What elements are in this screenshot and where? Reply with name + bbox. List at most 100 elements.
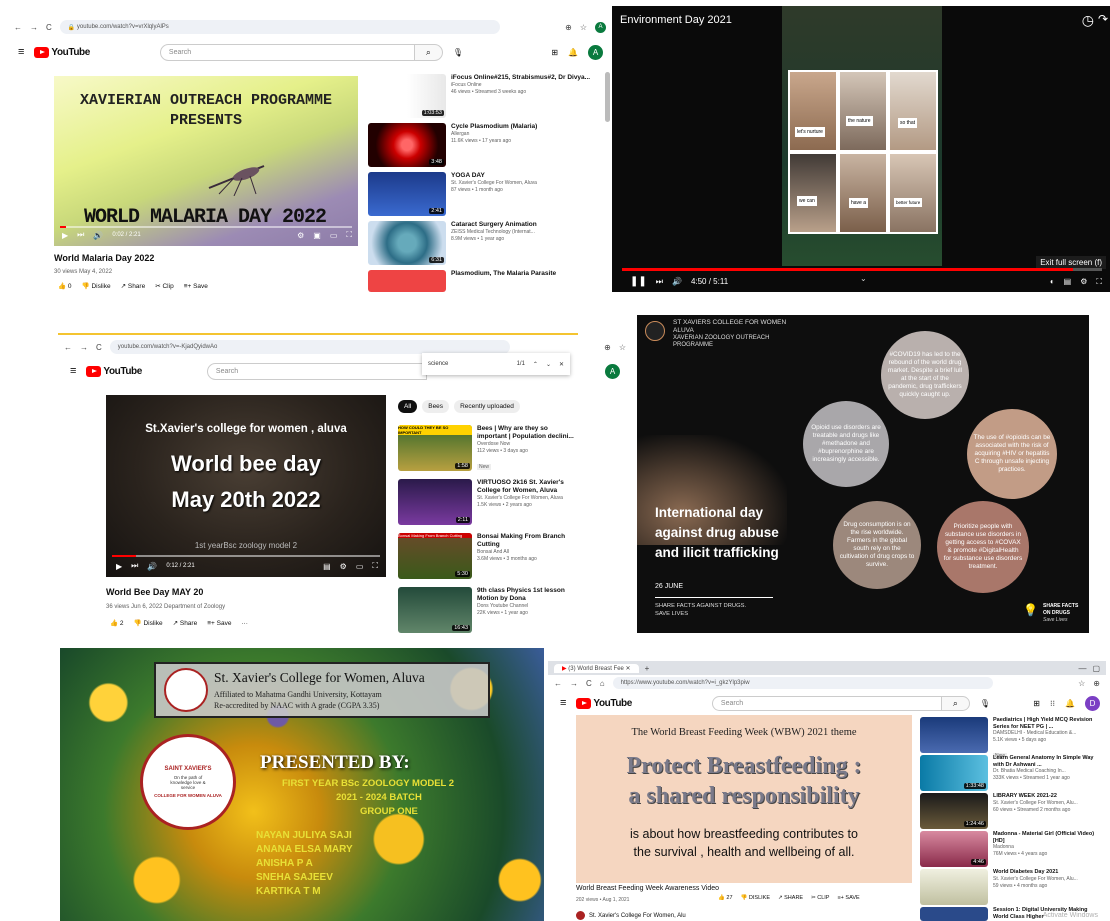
exit-fullscreen-icon[interactable]: ⛶ [1096,277,1102,287]
tab[interactable]: ▶ (3) World Breast Fee ✕ [554,663,639,673]
find-input[interactable]: science [428,361,448,367]
extensions-icon[interactable]: ⊕ [604,343,611,352]
miniplayer-icon[interactable]: ▣ [313,231,321,240]
related-item[interactable]: Plasmodium, The Malaria Parasite [368,270,556,292]
extensions-icon[interactable]: ⊕ [1093,679,1100,688]
video-player[interactable]: The World Breast Feeding Week (WBW) 2021… [576,715,912,883]
related-item[interactable]: HOW COULD THEY BE SO IMPORTANT 1:58 Bees … [398,425,578,473]
menu-icon[interactable]: ≡ [560,697,566,709]
share-button[interactable]: ↗ SHARE [778,895,803,901]
save-button[interactable]: ≡+ Save [207,620,231,627]
apps-icon[interactable]: ⁝⁝ [1050,699,1055,708]
captions-icon[interactable]: ▤ [1064,277,1072,286]
menu-icon[interactable]: ≡ [70,365,76,377]
settings-icon[interactable]: ⚙ [297,231,304,240]
captions-icon[interactable]: ▤ [323,562,331,571]
fullscreen-icon[interactable]: ⛶ [346,230,352,240]
address-bar[interactable]: youtube.com/watch?v=-KjadQyidwAo [109,340,510,354]
chip-recent[interactable]: Recently uploaded [454,400,520,413]
related-item[interactable]: World Diabetes Day 2021 St. Xavier's Coll… [920,869,1078,905]
address-bar[interactable]: https://www.youtube.com/watch?v=i_gkzYlp… [612,677,993,689]
play-icon[interactable]: ▶ [116,562,122,571]
save-button[interactable]: ≡+ Save [184,283,208,290]
like-button[interactable]: 👍 27 [718,895,733,901]
back-icon[interactable]: ← [64,343,72,352]
chip-bees[interactable]: Bees [422,400,450,413]
progress-bar[interactable] [622,268,1102,271]
find-bar[interactable]: science 1/1 ⌃ ⌄ ✕ [422,353,570,375]
back-icon[interactable]: ← [14,23,22,32]
autoplay-toggle[interactable]: ◐ [1050,277,1055,286]
related-item[interactable]: Bonsai Making From Branch Cutting 5:30 Bo… [398,533,578,579]
address-bar[interactable]: 🔒 youtube.com/watch?v=vrXlqlyAlPs [59,20,500,34]
bell-icon[interactable]: 🔔 [568,48,578,57]
scrollbar[interactable] [605,72,610,122]
settings-icon[interactable]: ⚙ [340,562,347,571]
related-item[interactable]: 1:33:48 Learn General Anatomy In Simple … [920,755,1104,791]
bookmark-icon[interactable]: ☆ [619,343,626,352]
search-input[interactable]: Search [159,43,415,61]
reload-icon[interactable]: C [96,343,102,352]
account-avatar[interactable]: D [1085,695,1100,711]
settings-icon[interactable]: ⚙ [1080,277,1087,286]
related-item[interactable]: 1:24:46 LIBRARY WEEK 2021-22 St. Xavier's… [920,793,1078,829]
related-item[interactable]: 2:41 YOGA DAY St. Xavier's College For Wo… [368,172,537,216]
progress-bar[interactable] [60,226,352,228]
search-input[interactable]: Search [206,362,427,380]
avatar[interactable]: A [595,21,606,33]
channel-avatar[interactable] [576,911,585,920]
dislike-button[interactable]: 👎 Dislike [134,619,163,627]
create-icon[interactable]: ⊞ [1033,699,1040,708]
forward-icon[interactable]: → [30,23,38,32]
close-icon[interactable]: ✕ [559,361,564,368]
extensions-icon[interactable]: ⊕ [565,23,572,32]
next-icon[interactable]: ⏭ [131,561,138,571]
related-item[interactable]: 2:11 VIRTUOSO 2k16 St. Xavier's College … [398,479,578,525]
fullscreen-icon[interactable]: ⛶ [372,561,378,571]
new-tab-icon[interactable]: + [645,664,650,673]
account-avatar[interactable]: A [605,363,620,379]
more-icon[interactable]: ··· [241,620,248,627]
volume-icon[interactable]: 🔊 [93,231,103,240]
account-avatar[interactable]: A [588,44,603,60]
channel-name[interactable]: St. Xavier's College For Women, Alu [589,913,686,919]
related-item[interactable]: 1:03:53 iFocus Online#215, Strabismus#2,… [368,74,590,118]
clip-button[interactable]: ✂ Clip [155,282,173,290]
chip-all[interactable]: All [398,400,418,413]
related-item[interactable]: 3:48 Cycle Plasmodium (Malaria) Allergan 1… [368,123,537,167]
forward-icon[interactable]: → [80,343,88,352]
video-player[interactable]: XAVIERIAN OUTREACH PROGRAMME PRESENTS WO… [54,76,358,246]
mic-icon[interactable]: 🎙 [453,48,463,57]
progress-bar[interactable] [112,555,380,557]
volume-icon[interactable]: 🔊 [147,562,157,571]
dislike-button[interactable]: 👎 DISLIKE [741,895,770,901]
forward-icon[interactable]: → [570,679,578,688]
back-icon[interactable]: ← [554,679,562,688]
related-item[interactable]: 16:43 9th class Physics 1st lesson Motio… [398,587,578,633]
youtube-logo[interactable]: YouTube [34,46,90,58]
mic-icon[interactable]: 🎙 [980,699,990,708]
volume-icon[interactable]: 🔊 [672,277,682,286]
share-button[interactable]: ↗ Share [173,619,198,627]
chevron-down-icon[interactable]: ⌄ [546,361,551,368]
like-button[interactable]: 👍 0 [58,282,72,290]
chevron-up-icon[interactable]: ⌃ [533,361,538,368]
share-icon[interactable]: ↷ [1098,12,1108,26]
search-input[interactable]: Search [711,695,942,711]
maximize-icon[interactable]: ▢ [1092,664,1100,673]
like-button[interactable]: 👍 2 [110,619,124,627]
next-icon[interactable]: ⏭ [656,277,663,287]
clip-button[interactable]: ✂ CLIP [811,895,829,901]
theater-icon[interactable]: ▭ [330,231,338,240]
menu-icon[interactable]: ≡ [18,46,24,58]
reload-icon[interactable]: C [46,23,52,32]
home-icon[interactable]: ⌂ [600,679,605,688]
youtube-logo[interactable]: YouTube [86,365,142,377]
save-button[interactable]: ≡+ SAVE [837,895,859,901]
search-button[interactable]: ⌕ [941,695,970,711]
bell-icon[interactable]: 🔔 [1065,699,1075,708]
star-icon[interactable]: ☆ [1078,679,1085,688]
minimize-icon[interactable]: — [1078,664,1086,673]
theater-icon[interactable]: ▭ [356,562,364,571]
share-button[interactable]: ↗ Share [121,282,146,290]
